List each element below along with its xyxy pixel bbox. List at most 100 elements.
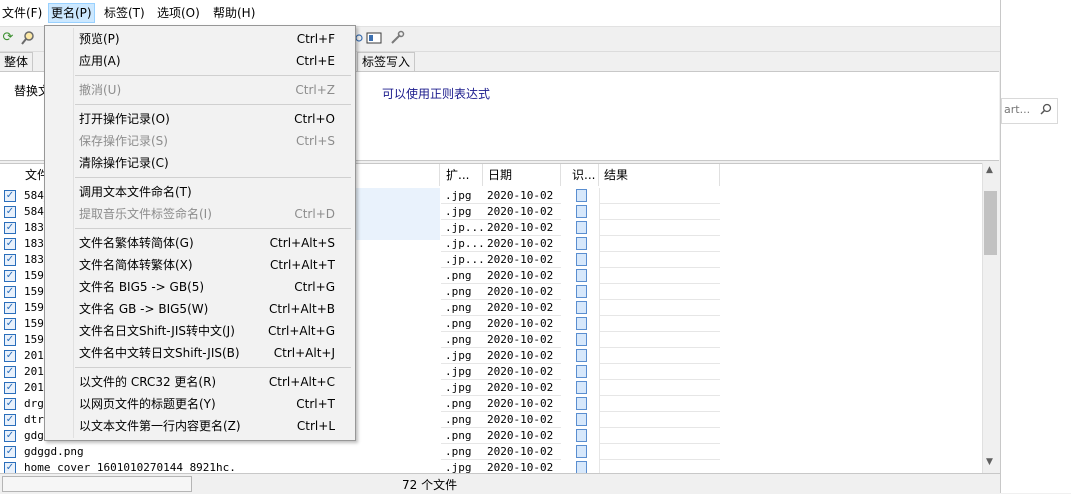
row-checkbox[interactable]: ✓ bbox=[4, 334, 16, 346]
menu-item: 撤消(U) Ctrl+Z bbox=[45, 79, 355, 101]
menu-item-label: 打开操作记录(O) bbox=[79, 112, 170, 126]
scroll-down-icon[interactable]: ▼ bbox=[986, 457, 993, 467]
row-checkbox[interactable]: ✓ bbox=[4, 366, 16, 378]
row-checkbox[interactable]: ✓ bbox=[4, 382, 16, 394]
row-checkbox[interactable]: ✓ bbox=[4, 446, 16, 458]
search-box[interactable]: art... bbox=[1001, 98, 1058, 124]
menu-options[interactable]: 选项(O) bbox=[155, 4, 202, 22]
menu-tag[interactable]: 标签(T) bbox=[102, 4, 147, 22]
menu-item[interactable]: 以文件的 CRC32 更名(R) Ctrl+Alt+C bbox=[45, 371, 355, 393]
menu-item[interactable]: 文件名繁体转简体(G) Ctrl+Alt+S bbox=[45, 232, 355, 254]
refresh-icon[interactable]: ⟳ bbox=[0, 30, 16, 46]
file-ext: .png bbox=[441, 332, 483, 348]
scroll-up-icon[interactable]: ▲ bbox=[986, 165, 993, 175]
menu-item-shortcut: Ctrl+D bbox=[294, 207, 335, 221]
column-header-ext[interactable]: 扩... bbox=[441, 164, 483, 186]
file-date: 2020-10-02 bbox=[483, 236, 561, 252]
menu-help[interactable]: 帮助(H) bbox=[211, 4, 257, 22]
file-date: 2020-10-02 bbox=[483, 332, 561, 348]
row-checkbox[interactable]: ✓ bbox=[4, 430, 16, 442]
row-checkbox[interactable]: ✓ bbox=[4, 238, 16, 250]
row-checkbox[interactable]: ✓ bbox=[4, 414, 16, 426]
search-icon[interactable] bbox=[20, 30, 36, 46]
menu-item-label: 撤消(U) bbox=[79, 83, 122, 97]
result-cell bbox=[599, 236, 720, 252]
menu-item[interactable]: 调用文本文件命名(T) bbox=[45, 181, 355, 203]
row-checkbox[interactable]: ✓ bbox=[4, 286, 16, 298]
document-icon bbox=[576, 397, 587, 410]
row-checkbox[interactable]: ✓ bbox=[4, 302, 16, 314]
menu-item-shortcut: Ctrl+Alt+B bbox=[269, 302, 335, 316]
scrollbar-thumb[interactable] bbox=[984, 191, 997, 255]
result-cell bbox=[599, 348, 720, 364]
document-icon bbox=[576, 301, 587, 314]
menu-item[interactable]: 文件名中文转日文Shift-JIS(B) Ctrl+Alt+J bbox=[45, 342, 355, 364]
row-checkbox[interactable]: ✓ bbox=[4, 254, 16, 266]
file-date: 2020-10-02 bbox=[483, 204, 561, 220]
menu-item-label: 保存操作记录(S) bbox=[79, 134, 168, 148]
menu-separator bbox=[75, 75, 351, 76]
menu-item-label: 文件名 BIG5 -> GB(5) bbox=[79, 280, 205, 294]
row-checkbox[interactable]: ✓ bbox=[4, 398, 16, 410]
menu-item-label: 文件名繁体转简体(G) bbox=[79, 236, 194, 250]
result-cell bbox=[599, 188, 720, 204]
file-ext: .png bbox=[441, 284, 483, 300]
result-cell bbox=[599, 252, 720, 268]
menu-item-shortcut: Ctrl+S bbox=[295, 134, 335, 148]
menu-item: 保存操作记录(S) Ctrl+S bbox=[45, 130, 355, 152]
menu-item-shortcut: Ctrl+Z bbox=[295, 83, 335, 97]
result-cell bbox=[599, 332, 720, 348]
menu-item[interactable]: 应用(A) Ctrl+E bbox=[45, 50, 355, 72]
menu-item-label: 文件名日文Shift-JIS转中文(J) bbox=[79, 324, 235, 338]
document-icon bbox=[576, 189, 587, 202]
menu-separator bbox=[75, 228, 351, 229]
document-icon bbox=[576, 221, 587, 234]
menu-file[interactable]: 文件(F) bbox=[0, 4, 44, 22]
row-checkbox[interactable]: ✓ bbox=[4, 350, 16, 362]
row-checkbox[interactable]: ✓ bbox=[4, 318, 16, 330]
column-header-result[interactable]: 结果 bbox=[599, 164, 720, 186]
row-checkbox[interactable]: ✓ bbox=[4, 206, 16, 218]
search-box-icon[interactable] bbox=[1040, 103, 1052, 118]
menu-item-label: 文件名中文转日文Shift-JIS(B) bbox=[79, 346, 240, 360]
row-checkbox[interactable]: ✓ bbox=[4, 222, 16, 234]
file-ext: .png bbox=[441, 268, 483, 284]
document-icon bbox=[576, 285, 587, 298]
document-icon bbox=[576, 445, 587, 458]
result-cell bbox=[599, 316, 720, 332]
file-date: 2020-10-02 bbox=[483, 300, 561, 316]
menu-item-shortcut: Ctrl+Alt+C bbox=[268, 375, 335, 389]
wrench-icon[interactable] bbox=[389, 30, 405, 46]
file-ext: .jp... bbox=[441, 252, 483, 268]
file-date: 2020-10-02 bbox=[483, 380, 561, 396]
column-header-date[interactable]: 日期 bbox=[483, 164, 561, 186]
document-icon bbox=[576, 205, 587, 218]
menu-item-label: 以文件的 CRC32 更名(R) bbox=[79, 375, 217, 389]
file-ext: .jpg bbox=[441, 364, 483, 380]
tab-tag-write[interactable]: 标签写入 bbox=[357, 52, 416, 72]
file-ext: .jpg bbox=[441, 188, 483, 204]
result-cell bbox=[599, 284, 720, 300]
result-cell bbox=[599, 428, 720, 444]
menu-rename[interactable]: 更名(P) bbox=[48, 3, 95, 23]
table-row[interactable]: ✓ gdggd.png .png 2020-10-02 bbox=[0, 444, 980, 460]
file-date: 2020-10-02 bbox=[483, 188, 561, 204]
row-checkbox[interactable]: ✓ bbox=[4, 270, 16, 282]
menu-item[interactable]: 以网页文件的标题更名(Y) Ctrl+T bbox=[45, 393, 355, 415]
tab-overall[interactable]: 整体 bbox=[0, 52, 34, 72]
file-count: 72 个文件 bbox=[402, 478, 458, 492]
menu-item[interactable]: 打开操作记录(O) Ctrl+O bbox=[45, 108, 355, 130]
column-header-id[interactable]: 识... bbox=[567, 164, 599, 186]
menu-item-shortcut: Ctrl+T bbox=[296, 397, 335, 411]
menu-item[interactable]: 文件名 BIG5 -> GB(5) Ctrl+G bbox=[45, 276, 355, 298]
menu-item[interactable]: 清除操作记录(C) bbox=[45, 152, 355, 174]
menu-item[interactable]: 文件名简体转繁体(X) Ctrl+Alt+T bbox=[45, 254, 355, 276]
row-checkbox[interactable]: ✓ bbox=[4, 190, 16, 202]
menu-item-shortcut: Ctrl+E bbox=[296, 54, 335, 68]
menu-item[interactable]: 以文本文件第一行内容更名(Z) Ctrl+L bbox=[45, 415, 355, 437]
window-icon[interactable] bbox=[366, 30, 382, 46]
menu-item[interactable]: 文件名日文Shift-JIS转中文(J) Ctrl+Alt+G bbox=[45, 320, 355, 342]
menu-item[interactable]: 预览(P) Ctrl+F bbox=[45, 28, 355, 50]
file-ext: .jpg bbox=[441, 204, 483, 220]
menu-item[interactable]: 文件名 GB -> BIG5(W) Ctrl+Alt+B bbox=[45, 298, 355, 320]
